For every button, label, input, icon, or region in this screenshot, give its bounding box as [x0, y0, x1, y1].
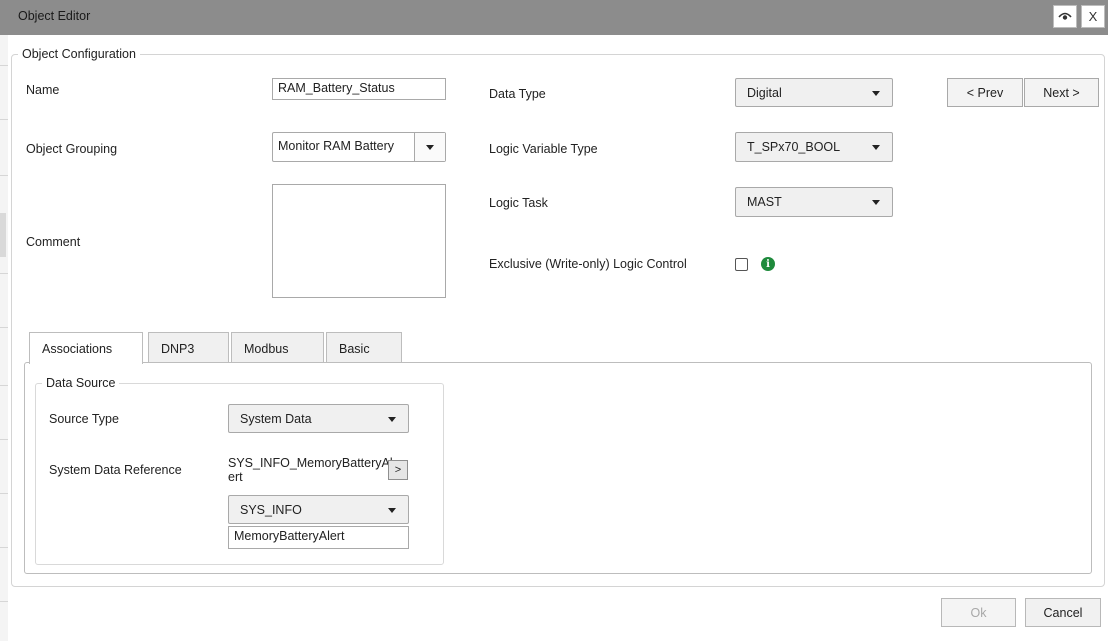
associations-panel: Data Source Source Type System Data Syst…	[24, 362, 1092, 574]
chevron-down-icon	[388, 417, 396, 422]
chevron-down-icon	[872, 145, 880, 150]
object-configuration-legend: Object Configuration	[22, 47, 136, 61]
chevron-down-icon	[388, 508, 396, 513]
background-edge	[0, 35, 8, 641]
tab-label: Associations	[42, 342, 113, 356]
chevron-down-icon	[872, 91, 880, 96]
exclusive-logic-control-label: Exclusive (Write-only) Logic Control	[489, 257, 687, 271]
source-type-select[interactable]: System Data	[228, 404, 409, 433]
close-button[interactable]: X	[1081, 5, 1105, 28]
tab-label: Modbus	[244, 342, 289, 356]
ok-button[interactable]: Ok	[941, 598, 1016, 627]
object-grouping-value: Monitor RAM Battery	[278, 139, 395, 153]
name-label: Name	[26, 83, 60, 97]
system-data-reference-value-line1: SYS_INFO_MemoryBatteryAl	[228, 456, 393, 470]
chevron-down-icon	[426, 145, 434, 150]
cancel-button[interactable]: Cancel	[1025, 598, 1101, 627]
window-title: Object Editor	[18, 9, 91, 23]
tab-dnp3[interactable]: DNP3	[148, 332, 229, 363]
system-data-item-input[interactable]: MemoryBatteryAlert	[228, 526, 409, 549]
name-input[interactable]: RAM_Battery_Status	[272, 78, 446, 100]
data-source-legend: Data Source	[46, 376, 116, 390]
chevron-down-icon	[872, 200, 880, 205]
tab-modbus[interactable]: Modbus	[231, 332, 324, 363]
close-icon: X	[1088, 9, 1098, 24]
system-info-category-select[interactable]: SYS_INFO	[228, 495, 409, 524]
tab-label: DNP3	[161, 342, 195, 356]
prev-button[interactable]: < Prev	[947, 78, 1023, 107]
object-grouping-combo[interactable]: Monitor RAM Battery	[272, 132, 446, 162]
logic-task-select[interactable]: MAST	[735, 187, 893, 217]
tab-basic[interactable]: Basic	[326, 332, 402, 363]
logic-task-value: MAST	[747, 195, 782, 209]
object-grouping-dropdown-button[interactable]	[414, 133, 445, 161]
exclusive-logic-control-checkbox[interactable]	[735, 258, 748, 271]
comment-label: Comment	[26, 235, 81, 249]
source-type-label: Source Type	[49, 412, 119, 426]
data-type-value: Digital	[747, 86, 782, 100]
title-bar: Object Editor X	[0, 0, 1108, 35]
logic-task-label: Logic Task	[489, 196, 548, 210]
logic-variable-type-select[interactable]: T_SPx70_BOOL	[735, 132, 893, 162]
logic-variable-type-value: T_SPx70_BOOL	[747, 140, 841, 154]
browse-reference-button[interactable]: >	[388, 460, 408, 480]
object-grouping-label: Object Grouping	[26, 142, 118, 156]
next-button[interactable]: Next >	[1024, 78, 1099, 107]
tab-label: Basic	[339, 342, 370, 356]
eye-icon	[1058, 9, 1072, 24]
system-data-reference-label: System Data Reference	[49, 463, 182, 477]
system-info-category-value: SYS_INFO	[240, 503, 302, 517]
source-type-value: System Data	[240, 412, 312, 426]
data-type-select[interactable]: Digital	[735, 78, 893, 107]
info-icon[interactable]: i	[761, 257, 775, 271]
system-data-reference-value-line2: ert	[228, 470, 243, 484]
visibility-toggle-button[interactable]	[1053, 5, 1077, 28]
data-type-label: Data Type	[489, 87, 546, 101]
logic-variable-type-label: Logic Variable Type	[489, 142, 598, 156]
comment-textarea[interactable]	[272, 184, 446, 298]
tab-associations[interactable]: Associations	[29, 332, 143, 364]
